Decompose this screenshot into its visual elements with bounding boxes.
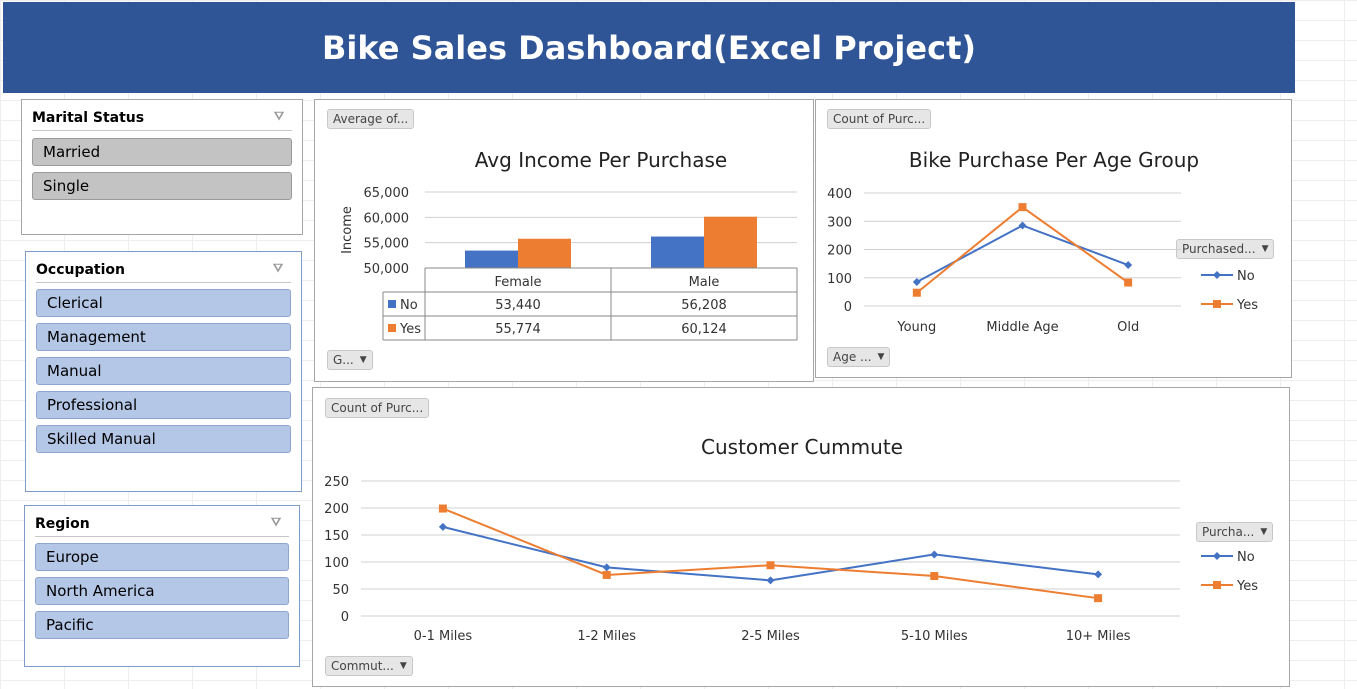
slicer-marital-status: Marital Status ⛛ Married Single <box>21 99 303 235</box>
data-point-no <box>930 550 939 559</box>
y-tick-label: 150 <box>324 529 349 544</box>
data-point-no <box>438 522 447 531</box>
data-point-no <box>1124 261 1133 270</box>
legend-marker-no <box>1213 552 1221 560</box>
y-tick-label: 200 <box>827 244 852 259</box>
slicer-item-clerical[interactable]: Clerical <box>36 289 291 317</box>
y-tick-label: 100 <box>827 272 852 287</box>
y-tick-label: 400 <box>827 187 852 202</box>
legend-key-no <box>388 300 396 308</box>
y-tick-label: 100 <box>324 556 349 571</box>
slicer-item-manual[interactable]: Manual <box>36 357 291 385</box>
y-tick-label: 300 <box>827 215 852 230</box>
data-label: 55,774 <box>495 322 541 337</box>
slicer-header: Region ⛛ <box>35 512 289 537</box>
x-tick-label: 0-1 Miles <box>414 629 473 644</box>
slicer-item-single[interactable]: Single <box>32 172 292 200</box>
y-axis-label: Income <box>340 206 355 254</box>
legend-label: Yes <box>1236 579 1258 594</box>
legend-marker-yes <box>1213 581 1221 589</box>
legend-marker-yes <box>1213 300 1221 308</box>
data-point-yes <box>1018 203 1027 212</box>
legend-marker-no <box>1213 271 1221 279</box>
x-tick-label: Young <box>896 320 936 335</box>
y-tick-label: 50,000 <box>364 262 410 277</box>
data-point-no <box>1094 570 1103 579</box>
y-tick-label: 250 <box>324 475 349 490</box>
slicer-title: Occupation <box>36 262 126 278</box>
legend-label: No <box>1237 269 1255 284</box>
slicer-item-management[interactable]: Management <box>36 323 291 351</box>
data-point-yes <box>1124 278 1133 287</box>
legend-label: Yes <box>1236 298 1258 313</box>
income-chart-plot: Avg Income Per Purchase Income 50,000 55,00… <box>340 148 798 341</box>
slicer-title: Region <box>35 516 90 532</box>
legend-label: Yes <box>399 322 421 337</box>
data-point-yes <box>930 572 939 581</box>
data-label: 60,124 <box>681 322 727 337</box>
commute-chart-plot: Customer Cummute 0 50 100 150 200 250 0-1 Miles… <box>324 435 1258 644</box>
y-tick-label: 60,000 <box>364 211 410 226</box>
age-group-chart[interactable]: Count of Purc... Age ... ▼ Purchased... ▼ … <box>815 99 1292 378</box>
slicer-item-skilled-manual[interactable]: Skilled Manual <box>36 425 291 453</box>
bar-no-male <box>651 236 704 268</box>
data-label: 53,440 <box>495 298 541 313</box>
clear-filter-icon[interactable]: ⛛ <box>274 109 290 125</box>
y-tick-label: 55,000 <box>364 237 410 252</box>
data-point-no <box>602 563 611 572</box>
x-tick-label: 5-10 Miles <box>901 629 968 644</box>
slicer-title: Marital Status <box>32 110 145 126</box>
slicer-item-married[interactable]: Married <box>32 138 292 166</box>
y-tick-label: 0 <box>341 610 349 625</box>
x-tick-label: Female <box>494 275 541 290</box>
bar-yes-male <box>704 216 757 268</box>
data-point-no <box>766 576 775 585</box>
legend-label: No <box>400 298 418 313</box>
x-tick-label: 1-2 Miles <box>577 629 636 644</box>
slicer-item-north-america[interactable]: North America <box>35 577 289 605</box>
x-tick-label: 10+ Miles <box>1066 629 1131 644</box>
bar-no-female <box>465 250 518 268</box>
x-tick-label: Male <box>689 275 720 290</box>
data-label: 56,208 <box>681 298 727 313</box>
slicer-header: Marital Status ⛛ <box>32 106 292 131</box>
slicer-occupation: Occupation ⛛ Clerical Management Manual … <box>25 251 302 492</box>
dashboard-title: Bike Sales Dashboard(Excel Project) <box>3 2 1295 93</box>
legend-label: No <box>1237 550 1255 565</box>
clear-filter-icon[interactable]: ⛛ <box>273 261 289 277</box>
bar-yes-female <box>518 238 571 268</box>
chart-title: Avg Income Per Purchase <box>475 148 727 172</box>
data-point-yes <box>1094 594 1103 603</box>
x-tick-label: Middle Age <box>986 320 1058 335</box>
avg-income-chart[interactable]: Average of... G... ▼ Avg Income Per Purch… <box>314 99 814 382</box>
age-chart-plot: Bike Purchase Per Age Group 0 100 200 300 400… <box>827 148 1258 335</box>
y-tick-label: 65,000 <box>364 186 410 201</box>
data-point-no <box>1018 221 1027 230</box>
chart-title: Bike Purchase Per Age Group <box>909 148 1199 172</box>
slicer-item-europe[interactable]: Europe <box>35 543 289 571</box>
data-point-yes <box>766 561 775 570</box>
data-point-yes <box>602 570 611 579</box>
y-tick-label: 0 <box>844 300 852 315</box>
commute-chart[interactable]: Count of Purc... Commut... ▼ Purcha... ▼ C… <box>312 387 1290 687</box>
x-tick-label: Old <box>1117 320 1139 335</box>
y-tick-label: 200 <box>324 502 349 517</box>
slicer-header: Occupation ⛛ <box>36 258 291 283</box>
data-point-no <box>912 277 921 286</box>
slicer-item-pacific[interactable]: Pacific <box>35 611 289 639</box>
y-tick-label: 50 <box>332 583 349 598</box>
slicer-item-professional[interactable]: Professional <box>36 391 291 419</box>
series-line-yes <box>442 507 1099 600</box>
x-tick-label: 2-5 Miles <box>741 629 800 644</box>
clear-filter-icon[interactable]: ⛛ <box>271 515 287 531</box>
chart-title: Customer Cummute <box>701 435 903 459</box>
slicer-region: Region ⛛ Europe North America Pacific <box>24 505 300 667</box>
data-point-yes <box>438 504 447 513</box>
legend-key-yes <box>388 324 396 332</box>
data-point-yes <box>912 288 921 297</box>
series-line-no <box>916 224 1129 283</box>
